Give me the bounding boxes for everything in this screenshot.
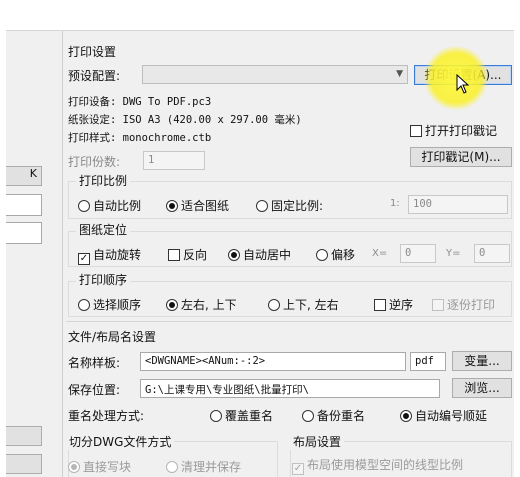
rename-backup-label: 备份重名 (317, 409, 366, 423)
order-lr-label: 左右, 上下 (181, 298, 237, 312)
left-panel-button[interactable]: K (6, 166, 42, 186)
auto-center-label: 自动居中 (243, 248, 292, 262)
order-ud-radio[interactable]: 上下, 左右 (268, 296, 339, 313)
name-template-label: 名称样板: (68, 356, 121, 370)
radio-circle (302, 410, 314, 422)
rename-backup-radio[interactable]: 备份重名 (302, 407, 365, 424)
order-ud-label: 上下, 左右 (283, 298, 339, 312)
order-select-radio[interactable]: 选择顺序 (78, 296, 141, 313)
radio-circle (78, 200, 90, 212)
split-clean-radio[interactable]: 清理并保存 (166, 458, 241, 475)
scale-auto-label: 自动比例 (93, 199, 142, 213)
scale-fit-label: 适合图纸 (181, 199, 230, 213)
ratio-input[interactable]: 100 (408, 195, 508, 214)
auto-rotate-checkbox[interactable]: ✓ 自动旋转 (78, 246, 141, 265)
layout-group-title: 布局设置 (290, 433, 345, 450)
scale-fit-radio[interactable]: 适合图纸 (166, 197, 229, 214)
scale-fixed-radio[interactable]: 固定比例: (256, 197, 323, 214)
copies-input[interactable]: 1 (143, 151, 205, 170)
rename-overwrite-radio[interactable]: 覆盖重名 (210, 407, 273, 424)
radio-circle (210, 410, 222, 422)
copies-label: 打印份数: (68, 155, 121, 169)
browse-button[interactable]: 浏览... (452, 378, 512, 398)
x-label: X= (372, 248, 388, 259)
radio-circle (256, 200, 268, 212)
radio-circle (268, 299, 280, 311)
variable-button[interactable]: 变量... (452, 351, 512, 371)
radio-circle (400, 410, 412, 422)
preset-label: 预设配置: (68, 69, 121, 83)
left-panel-field-1[interactable] (6, 194, 42, 216)
scale-auto-radio[interactable]: 自动比例 (78, 197, 141, 214)
x-input[interactable]: 0 (400, 244, 436, 263)
left-panel-button-2[interactable] (6, 426, 42, 446)
open-stamp-label: 打开打印戳记 (425, 124, 498, 138)
left-panel-field-2[interactable] (6, 222, 42, 244)
checkbox-box (410, 125, 422, 137)
left-panel: K (6, 31, 62, 477)
offset-radio[interactable]: 偏移 (316, 246, 355, 263)
reverse-order-label: 逆序 (389, 298, 414, 312)
checkbox-box (432, 299, 444, 311)
rename-autonumber-label: 自动编号顺延 (415, 409, 488, 423)
radio-circle (78, 299, 90, 311)
radio-circle (316, 249, 328, 261)
print-settings-title: 打印设置 (68, 45, 117, 59)
checkbox-box: ✓ (78, 253, 90, 265)
save-location-input[interactable]: G:\上课专用\专业图纸\批量打印\ (140, 379, 440, 398)
save-location-label: 保存位置: (68, 383, 121, 397)
panel-separator (62, 31, 63, 477)
order-group-title: 打印顺序 (76, 271, 131, 288)
offset-label: 偏移 (331, 248, 356, 262)
y-input[interactable]: 0 (474, 244, 510, 263)
mouse-pointer-icon (456, 74, 470, 94)
print-stamp-button[interactable]: 打印戳记(M)... (410, 147, 512, 167)
name-template-input[interactable]: <DWGNAME><ANum:-:2> (140, 352, 406, 371)
split-direct-label: 直接写块 (83, 460, 132, 474)
radio-circle (166, 200, 178, 212)
page-by-page-checkbox[interactable]: 逐份打印 (432, 296, 495, 313)
file-layout-title: 文件/布局名设置 (68, 330, 157, 344)
ratio-left-label: 1: (390, 198, 400, 209)
print-style: 打印样式: monochrome.ctb (68, 132, 212, 144)
radio-circle (166, 299, 178, 311)
split-clean-label: 清理并保存 (181, 460, 242, 474)
radio-circle (166, 461, 178, 473)
positioning-group-title: 图纸定位 (76, 221, 131, 238)
auto-center-radio[interactable]: 自动居中 (228, 246, 291, 263)
split-group-title: 切分DWG文件方式 (66, 433, 175, 450)
preset-select[interactable]: ▼ (142, 65, 408, 84)
y-label: Y= (446, 248, 461, 259)
radio-circle (228, 249, 240, 261)
left-panel-button-3[interactable] (6, 454, 42, 474)
reverse-checkbox[interactable]: 反向 (168, 246, 207, 263)
paper-size: 纸张设定: ISO A3 (420.00 x 297.00 毫米) (68, 114, 302, 126)
auto-rotate-label: 自动旋转 (93, 248, 142, 262)
scale-fixed-label: 固定比例: (271, 199, 324, 213)
split-direct-radio[interactable]: 直接写块 (68, 458, 131, 475)
reverse-label: 反向 (183, 248, 208, 262)
rename-label: 重名处理方式: (68, 409, 145, 423)
extension-input[interactable]: pdf (410, 352, 446, 371)
checkbox-box: ✓ (292, 463, 304, 475)
linetype-scale-label: 布局使用模型空间的线型比例 (307, 458, 464, 472)
section-divider (66, 321, 512, 322)
open-stamp-checkbox[interactable]: 打开打印戳记 (410, 122, 497, 139)
checkbox-box (374, 299, 386, 311)
rename-autonumber-radio[interactable]: 自动编号顺延 (400, 407, 487, 424)
linetype-scale-checkbox[interactable]: ✓ 布局使用模型空间的线型比例 (292, 456, 463, 475)
radio-circle (68, 461, 80, 473)
order-select-label: 选择顺序 (93, 298, 142, 312)
left-panel-button-label: K (29, 167, 37, 180)
checkbox-box (168, 249, 180, 261)
scale-group-title: 打印比例 (76, 172, 131, 189)
chevron-down-icon: ▼ (396, 69, 403, 79)
reverse-order-checkbox[interactable]: 逆序 (374, 296, 413, 313)
order-lr-radio[interactable]: 左右, 上下 (166, 296, 237, 313)
print-device: 打印设备: DWG To PDF.pc3 (68, 96, 212, 108)
rename-overwrite-label: 覆盖重名 (225, 409, 274, 423)
page-by-page-label: 逐份打印 (447, 298, 496, 312)
